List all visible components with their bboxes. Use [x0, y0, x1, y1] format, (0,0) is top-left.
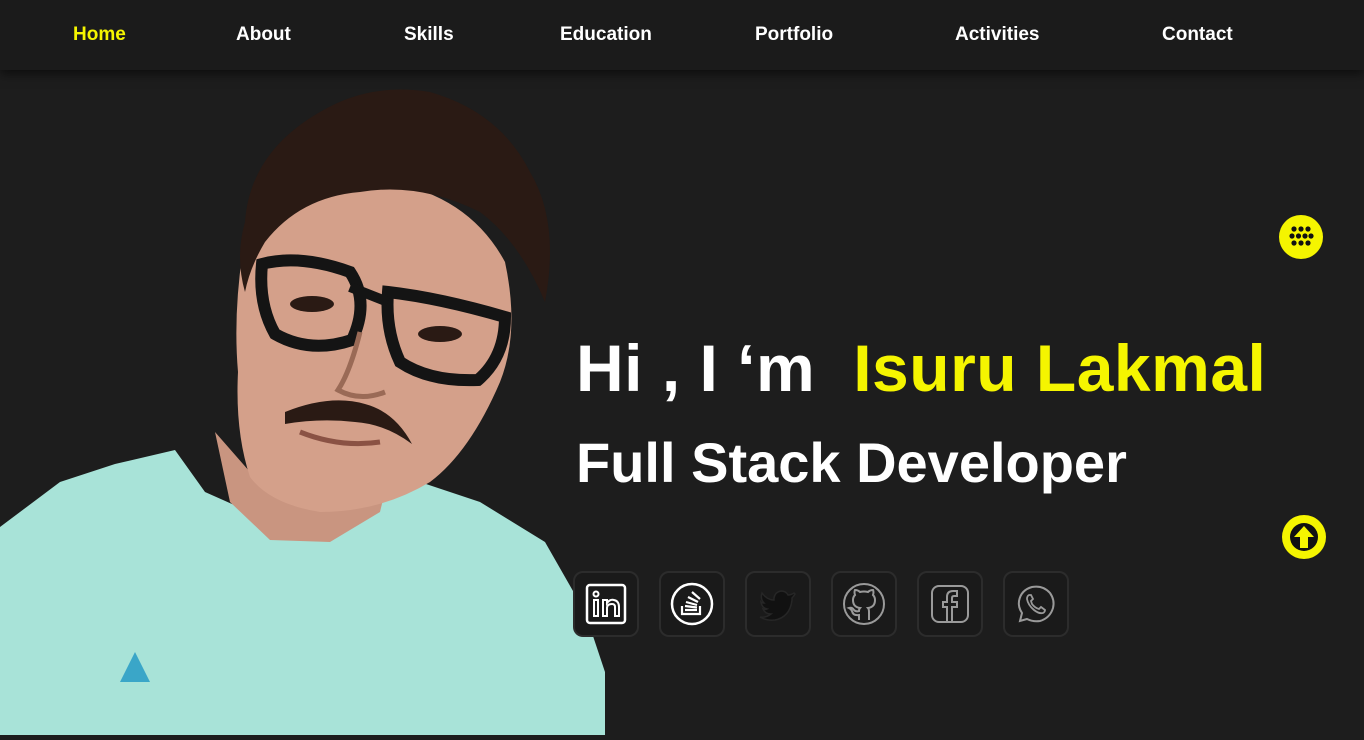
twitter-icon: [759, 590, 796, 621]
nav-activities[interactable]: Activities: [955, 24, 1039, 46]
nav-portfolio[interactable]: Portfolio: [755, 24, 833, 46]
scroll-top-button[interactable]: [1282, 515, 1326, 559]
stackoverflow-button[interactable]: [659, 571, 725, 637]
facebook-button[interactable]: [917, 571, 983, 637]
nav-skills[interactable]: Skills: [404, 24, 454, 46]
menu-button[interactable]: [1279, 215, 1323, 259]
stackoverflow-icon: [670, 582, 714, 626]
github-button[interactable]: [831, 571, 897, 637]
profile-portrait: [0, 72, 620, 735]
linkedin-button[interactable]: [573, 571, 639, 637]
github-icon: [843, 583, 885, 625]
hero-heading: Hi , I ‘m Isuru Lakmal: [576, 330, 1266, 406]
top-navigation: Home About Skills Education Portfolio Ac…: [0, 0, 1364, 70]
hero-name: Isuru Lakmal: [853, 331, 1267, 405]
hero-role: Full Stack Developer: [576, 431, 1127, 494]
linkedin-icon: [585, 583, 627, 625]
portrait-illustration: [0, 89, 605, 735]
whatsapp-button[interactable]: [1003, 571, 1069, 637]
twitter-button[interactable]: [745, 571, 811, 637]
hero-greeting: Hi , I ‘m: [576, 331, 816, 405]
nav-home[interactable]: Home: [73, 24, 126, 46]
facebook-icon: [931, 585, 969, 623]
nav-about[interactable]: About: [236, 24, 291, 46]
nav-contact[interactable]: Contact: [1162, 24, 1233, 46]
nav-education[interactable]: Education: [560, 24, 652, 46]
grid-dots-icon: [1289, 226, 1314, 246]
arrow-up-icon: [1290, 523, 1318, 551]
whatsapp-icon: [1017, 585, 1055, 623]
